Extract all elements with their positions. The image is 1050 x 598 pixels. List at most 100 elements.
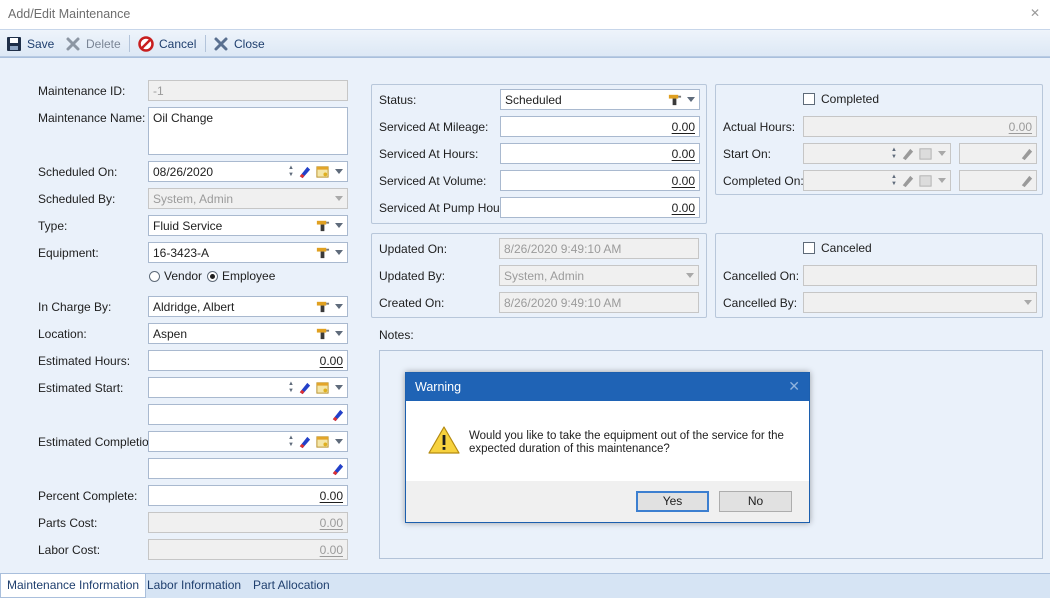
cancel-button[interactable]: Cancel: [138, 35, 196, 53]
spin-updown-icon: ▲ ▼: [891, 146, 897, 160]
eraser-icon[interactable]: [330, 407, 345, 422]
spin-updown-icon[interactable]: ▲ ▼: [288, 381, 294, 395]
status-label: Status:: [379, 93, 417, 107]
checkbox-square[interactable]: [803, 242, 815, 254]
dialog-titlebar: Warning ✕: [406, 373, 809, 401]
save-button[interactable]: Save: [6, 35, 54, 53]
drill-icon[interactable]: [315, 326, 330, 341]
employee-radio[interactable]: Employee: [207, 269, 275, 283]
serviced-hours-value: 0.00: [671, 147, 695, 161]
tab-labor-information[interactable]: Labor Information: [141, 574, 247, 598]
spin-updown-icon[interactable]: ▲ ▼: [288, 165, 294, 179]
estimated-hours-value: 0.00: [319, 354, 343, 368]
serviced-volume-value: 0.00: [671, 174, 695, 188]
status-select[interactable]: Scheduled: [500, 89, 700, 110]
warning-dialog: Warning ✕ Would you like to take the equ…: [405, 372, 810, 523]
radio-circle-selected[interactable]: [207, 270, 218, 282]
scheduled-by-label: Scheduled By:: [38, 192, 116, 206]
dropdown-arrow-icon[interactable]: [335, 304, 343, 309]
labor-cost-label: Labor Cost:: [38, 543, 101, 557]
dropdown-arrow-icon[interactable]: [335, 250, 343, 255]
eraser-icon[interactable]: [297, 164, 312, 179]
checkbox-square[interactable]: [803, 93, 815, 105]
eraser-icon: [1021, 175, 1033, 188]
tab-maintenance-information[interactable]: Maintenance Information: [0, 574, 147, 598]
calendar-icon[interactable]: [315, 164, 330, 179]
type-value: Fluid Service: [153, 219, 223, 233]
estimated-completion-time-input[interactable]: [148, 458, 348, 479]
maintenance-id-value: -1: [153, 84, 164, 98]
in-charge-select[interactable]: Aldridge, Albert: [148, 296, 348, 317]
toolbar-separator: [129, 35, 130, 52]
eraser-icon: [902, 175, 914, 188]
dropdown-arrow-icon[interactable]: [335, 385, 343, 390]
completed-on-date-field: ▲ ▼: [803, 170, 951, 191]
estimated-completion-date-input[interactable]: ▲ ▼: [148, 431, 348, 452]
completed-checkbox-label: Completed: [821, 92, 880, 106]
dropdown-arrow-icon[interactable]: [335, 331, 343, 336]
in-charge-label: In Charge By:: [38, 300, 112, 314]
drill-icon[interactable]: [315, 299, 330, 314]
serviced-hours-input[interactable]: 0.00: [500, 143, 700, 164]
drill-icon[interactable]: [667, 92, 682, 107]
maintenance-name-value: Oil Change: [153, 111, 214, 125]
yes-button[interactable]: Yes: [636, 491, 709, 512]
tab-part-allocation[interactable]: Part Allocation: [247, 574, 336, 598]
cancel-label: Cancel: [159, 37, 197, 51]
spin-updown-icon[interactable]: ▲ ▼: [288, 435, 294, 449]
completed-checkbox[interactable]: Completed: [803, 92, 879, 106]
canceled-checkbox[interactable]: Canceled: [803, 241, 872, 255]
floppy-disk-icon: [7, 37, 21, 51]
percent-complete-input[interactable]: 0.00: [148, 485, 348, 506]
serviced-volume-label: Serviced At Volume:: [379, 174, 487, 188]
dropdown-arrow-icon[interactable]: [335, 169, 343, 174]
dropdown-arrow-icon[interactable]: [687, 97, 695, 102]
serviced-pump-hours-input[interactable]: 0.00: [500, 197, 700, 218]
type-select[interactable]: Fluid Service: [148, 215, 348, 236]
estimated-start-time-input[interactable]: [148, 404, 348, 425]
cancelled-on-field: [803, 265, 1037, 286]
serviced-mileage-value: 0.00: [671, 120, 695, 134]
dialog-close-icon[interactable]: ✕: [788, 378, 800, 395]
calendar-icon[interactable]: [315, 380, 330, 395]
serviced-pump-hours-label: Serviced At Pump Hours:: [379, 201, 514, 215]
dropdown-arrow-icon[interactable]: [335, 439, 343, 444]
scheduled-on-date-input[interactable]: 08/26/2020 ▲ ▼: [148, 161, 348, 182]
calendar-icon[interactable]: [315, 434, 330, 449]
scheduled-on-value: 08/26/2020: [153, 165, 214, 179]
status-value: Scheduled: [505, 93, 562, 107]
serviced-mileage-input[interactable]: 0.00: [500, 116, 700, 137]
scheduled-on-label: Scheduled On:: [38, 165, 118, 179]
actual-hours-value: 0.00: [1008, 120, 1032, 134]
eraser-icon[interactable]: [297, 434, 312, 449]
percent-complete-label: Percent Complete:: [38, 489, 138, 503]
start-on-date-field: ▲ ▼: [803, 143, 951, 164]
location-select[interactable]: Aspen: [148, 323, 348, 344]
estimated-completion-label: Estimated Completion:: [38, 435, 159, 449]
dropdown-arrow-icon[interactable]: [335, 223, 343, 228]
dialog-message: Would you like to take the equipment out…: [469, 430, 784, 455]
serviced-volume-input[interactable]: 0.00: [500, 170, 700, 191]
estimated-hours-input[interactable]: 0.00: [148, 350, 348, 371]
no-button[interactable]: No: [719, 491, 792, 512]
cancelled-on-label: Cancelled On:: [723, 269, 800, 283]
vendor-radio[interactable]: Vendor: [149, 269, 202, 283]
employee-radio-label: Employee: [222, 269, 276, 283]
drill-icon[interactable]: [315, 218, 330, 233]
delete-button[interactable]: Delete: [65, 35, 121, 53]
window-title: Add/Edit Maintenance: [8, 7, 131, 21]
eraser-icon[interactable]: [297, 380, 312, 395]
calendar-icon: [919, 148, 932, 160]
notes-label: Notes:: [379, 328, 414, 342]
save-label: Save: [27, 37, 55, 51]
close-button[interactable]: Close: [213, 35, 265, 53]
radio-circle[interactable]: [149, 270, 160, 282]
window-close-icon[interactable]: ✕: [1028, 6, 1042, 20]
maintenance-name-input[interactable]: Oil Change: [148, 107, 348, 155]
dropdown-arrow-icon: [938, 178, 946, 183]
eraser-icon[interactable]: [330, 461, 345, 476]
estimated-start-date-input[interactable]: ▲ ▼: [148, 377, 348, 398]
equipment-select[interactable]: 16-3423-A: [148, 242, 348, 263]
dialog-body: Would you like to take the equipment out…: [406, 401, 809, 481]
drill-icon[interactable]: [315, 245, 330, 260]
